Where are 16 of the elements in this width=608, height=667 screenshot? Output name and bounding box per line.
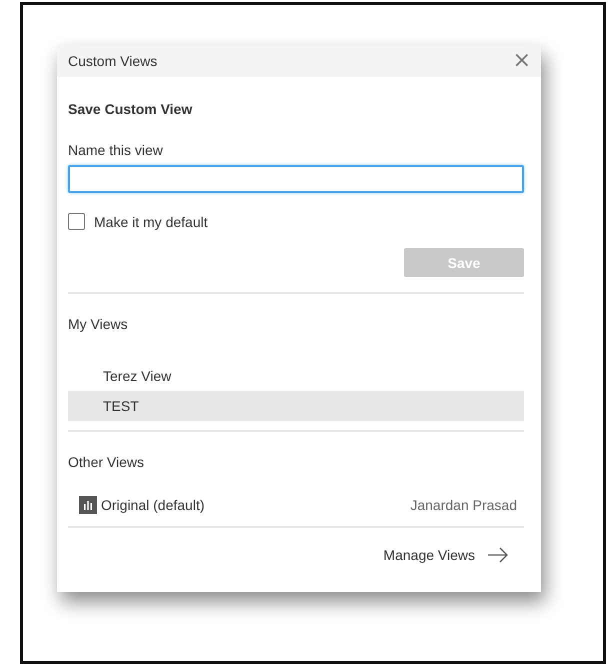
field-label: Name this view: [68, 142, 164, 158]
owner-name: Janardan Prasad: [410, 497, 517, 513]
view-item[interactable]: Terez View: [68, 361, 524, 391]
arrow-right-icon: [487, 547, 509, 563]
manage-views-link[interactable]: Manage Views: [383, 547, 475, 563]
checkbox-label: Make it my default: [94, 214, 208, 230]
section-heading: Save Custom View: [68, 101, 192, 117]
section-heading: Other Views: [68, 454, 144, 470]
dialog-title: Custom Views: [68, 53, 158, 69]
close-button[interactable]: ×: [508, 50, 535, 72]
view-item[interactable]: TEST: [68, 391, 524, 421]
checkbox[interactable]: [68, 213, 85, 230]
bar-chart-icon: [79, 496, 97, 514]
view-item[interactable]: Original (default): [101, 497, 204, 513]
input-field[interactable]: [68, 165, 524, 193]
section-heading: My Views: [68, 316, 128, 332]
